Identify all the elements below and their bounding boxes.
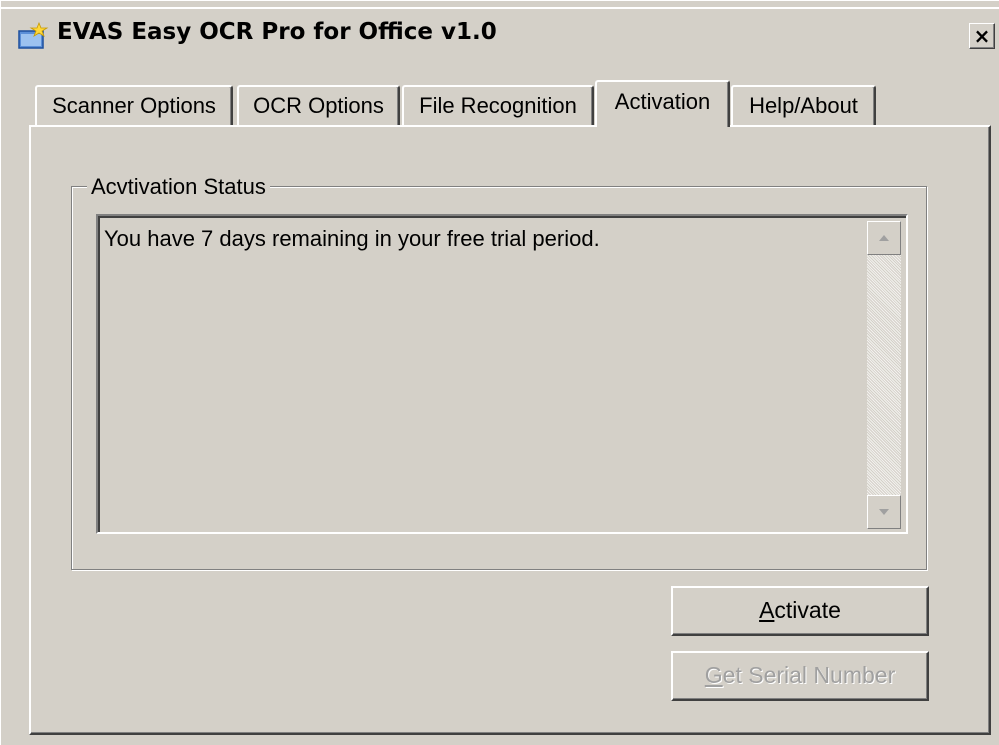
tab-scanner-options[interactable]: Scanner Options	[35, 85, 233, 127]
button-label: et Serial Number	[722, 662, 896, 688]
status-message: You have 7 days remaining in your free t…	[104, 226, 600, 251]
mnemonic: G	[704, 662, 723, 688]
mnemonic: A	[759, 597, 775, 623]
tab-activation[interactable]: Activation	[595, 80, 730, 127]
tab-file-recognition[interactable]: File Recognition	[402, 85, 594, 127]
activate-button[interactable]: Activate	[671, 586, 929, 636]
arrow-down-icon	[879, 509, 889, 515]
tab-label: Activation	[614, 89, 711, 114]
vertical-scrollbar[interactable]	[867, 221, 901, 529]
tab-label: File Recognition	[419, 93, 577, 118]
tab-label: Scanner Options	[52, 93, 216, 118]
title-bar[interactable]: EVAS Easy OCR Pro for Office v1.0 ×	[1, 7, 999, 57]
tab-ocr-options[interactable]: OCR Options	[237, 85, 400, 127]
button-label: ctivate	[774, 597, 841, 623]
scroll-down-button[interactable]	[867, 495, 901, 529]
close-icon: ×	[973, 24, 991, 48]
arrow-up-icon	[879, 235, 889, 241]
activation-status-textbox[interactable]: You have 7 days remaining in your free t…	[96, 214, 908, 534]
tab-label: Help/About	[749, 93, 858, 118]
window-title: EVAS Easy OCR Pro for Office v1.0	[57, 19, 497, 45]
get-serial-number-button[interactable]: Get Serial Number	[671, 651, 929, 701]
group-label: Acvtivation Status	[87, 174, 270, 200]
dialog-window: EVAS Easy OCR Pro for Office v1.0 × Scan…	[0, 0, 999, 745]
tab-help-about[interactable]: Help/About	[731, 85, 876, 127]
tab-label: OCR Options	[253, 93, 384, 118]
scroll-up-button[interactable]	[867, 221, 901, 255]
close-button[interactable]: ×	[969, 23, 995, 49]
app-star-folder-icon	[18, 22, 49, 49]
